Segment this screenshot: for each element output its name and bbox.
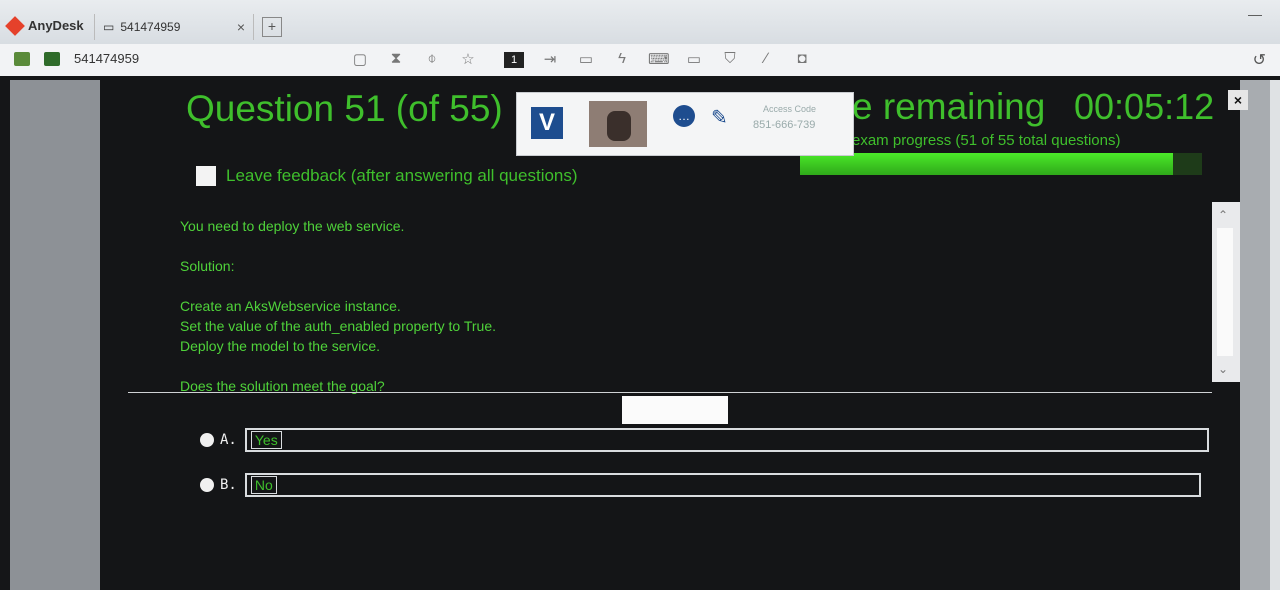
address-label: 541474959 (74, 51, 140, 66)
brand-label: AnyDesk (28, 18, 84, 33)
answer-letter: B. (220, 477, 237, 493)
body-line (180, 356, 1180, 376)
display-number-badge[interactable]: 1 (504, 50, 524, 68)
feedback-label: Leave feedback (after answering all ques… (226, 166, 578, 185)
exam-close-button[interactable]: × (1228, 90, 1248, 110)
anydesk-logo-icon (5, 15, 25, 36)
connection-status-icon (44, 51, 60, 66)
anydesk-titlebar: AnyDesk ▭ 541474959 × + — (0, 0, 1280, 45)
display-icon[interactable]: ▭ (684, 50, 704, 68)
body-line (180, 236, 1180, 256)
webcam-face (607, 111, 631, 141)
pen-icon[interactable]: ∕ (756, 50, 776, 68)
answer-option-a[interactable]: A. Yes (200, 428, 1209, 452)
session-tab[interactable]: ▭ 541474959 × (94, 14, 254, 40)
remote-window-right-frame (1240, 80, 1270, 590)
record-icon[interactable]: ◘ (792, 50, 812, 68)
history-icon[interactable]: ↺ (1253, 50, 1266, 70)
radio-b[interactable] (200, 478, 214, 492)
exam-window: Question 51 (of 55) e remaining 00:05:12… (100, 80, 1248, 590)
monitor-icon: ▭ (103, 20, 115, 34)
body-line: Solution: (180, 258, 235, 274)
progress-fill (800, 153, 1173, 175)
access-code: 851-666-739 (753, 119, 816, 131)
body-line: Deploy the model to the service. (180, 338, 380, 354)
mic-icon[interactable]: ⌽ (422, 50, 442, 68)
tab-close-icon[interactable]: × (237, 19, 245, 35)
question-body: You need to deploy the web service. Solu… (180, 216, 1180, 396)
body-line (180, 276, 1180, 296)
scrollbar-thumb[interactable] (1217, 228, 1233, 356)
remote-window-edge (1270, 80, 1280, 590)
session-tab-label: 541474959 (120, 20, 181, 34)
body-line: Does the solution meet the goal? (180, 378, 385, 394)
chat-icon[interactable]: ▢ (350, 50, 370, 68)
answer-option-b[interactable]: B. No (200, 473, 1201, 497)
answer-box[interactable]: No (244, 473, 1201, 497)
hourglass-icon[interactable]: ⧗ (386, 50, 406, 68)
progress-bar (800, 153, 1202, 175)
time-remaining-label: e remaining (852, 86, 1046, 127)
body-line: Create an AksWebservice instance. (180, 298, 401, 314)
scroll-up-icon[interactable]: ⌃ (1218, 208, 1228, 222)
answer-letter: A. (220, 432, 237, 448)
feedback-checkbox[interactable] (196, 166, 216, 186)
action-icon[interactable]: ϟ (612, 50, 632, 68)
progress-text: exam progress (51 of 55 total questions) (852, 132, 1121, 149)
timer: 00:05:12 (1074, 86, 1215, 127)
message-icon[interactable]: ▭ (576, 50, 596, 68)
splitter-handle[interactable] (622, 396, 728, 424)
star-icon[interactable]: ☆ (458, 50, 478, 68)
radio-a[interactable] (200, 433, 214, 447)
webcam-preview (589, 101, 647, 147)
answer-text: No (250, 476, 277, 494)
new-tab-button[interactable]: + (262, 17, 282, 37)
anydesk-toolbar: 541474959 ▢ ⧗ ⌽ ☆ 1 ⇥ ▭ ϟ ⌨ ▭ ⛉ ∕ ◘ ↺ (0, 44, 1280, 77)
answer-box[interactable]: Yes (244, 428, 1209, 452)
divider (128, 392, 1212, 393)
notes-icon[interactable]: ✎ (711, 105, 728, 130)
body-line: You need to deploy the web service. (180, 218, 405, 234)
proctor-logo: V (531, 107, 563, 139)
leave-feedback-option[interactable]: Leave feedback (after answering all ques… (196, 166, 578, 186)
question-title: Question 51 (of 55) (186, 88, 503, 129)
access-code-label: Access Code (763, 104, 817, 114)
keyboard-icon[interactable]: ⌨ (648, 50, 670, 68)
shield-icon[interactable]: ⛉ (720, 50, 740, 68)
scroll-down-icon[interactable]: ⌄ (1218, 362, 1228, 376)
body-line: Set the value of the auth_enabled proper… (180, 318, 496, 334)
window-minimize-button[interactable]: — (1248, 6, 1262, 22)
question-scrollbar[interactable]: ⌃ ⌄ (1212, 202, 1240, 382)
anydesk-brand: AnyDesk (5, 15, 84, 36)
chat-bubble-icon[interactable]: … (673, 105, 695, 127)
proctor-popup: V … ✎ Access Code 851-666-739 (516, 92, 854, 156)
remote-desktop-icon[interactable] (14, 51, 30, 66)
answer-text: Yes (250, 431, 282, 449)
transfer-icon[interactable]: ⇥ (540, 50, 560, 68)
